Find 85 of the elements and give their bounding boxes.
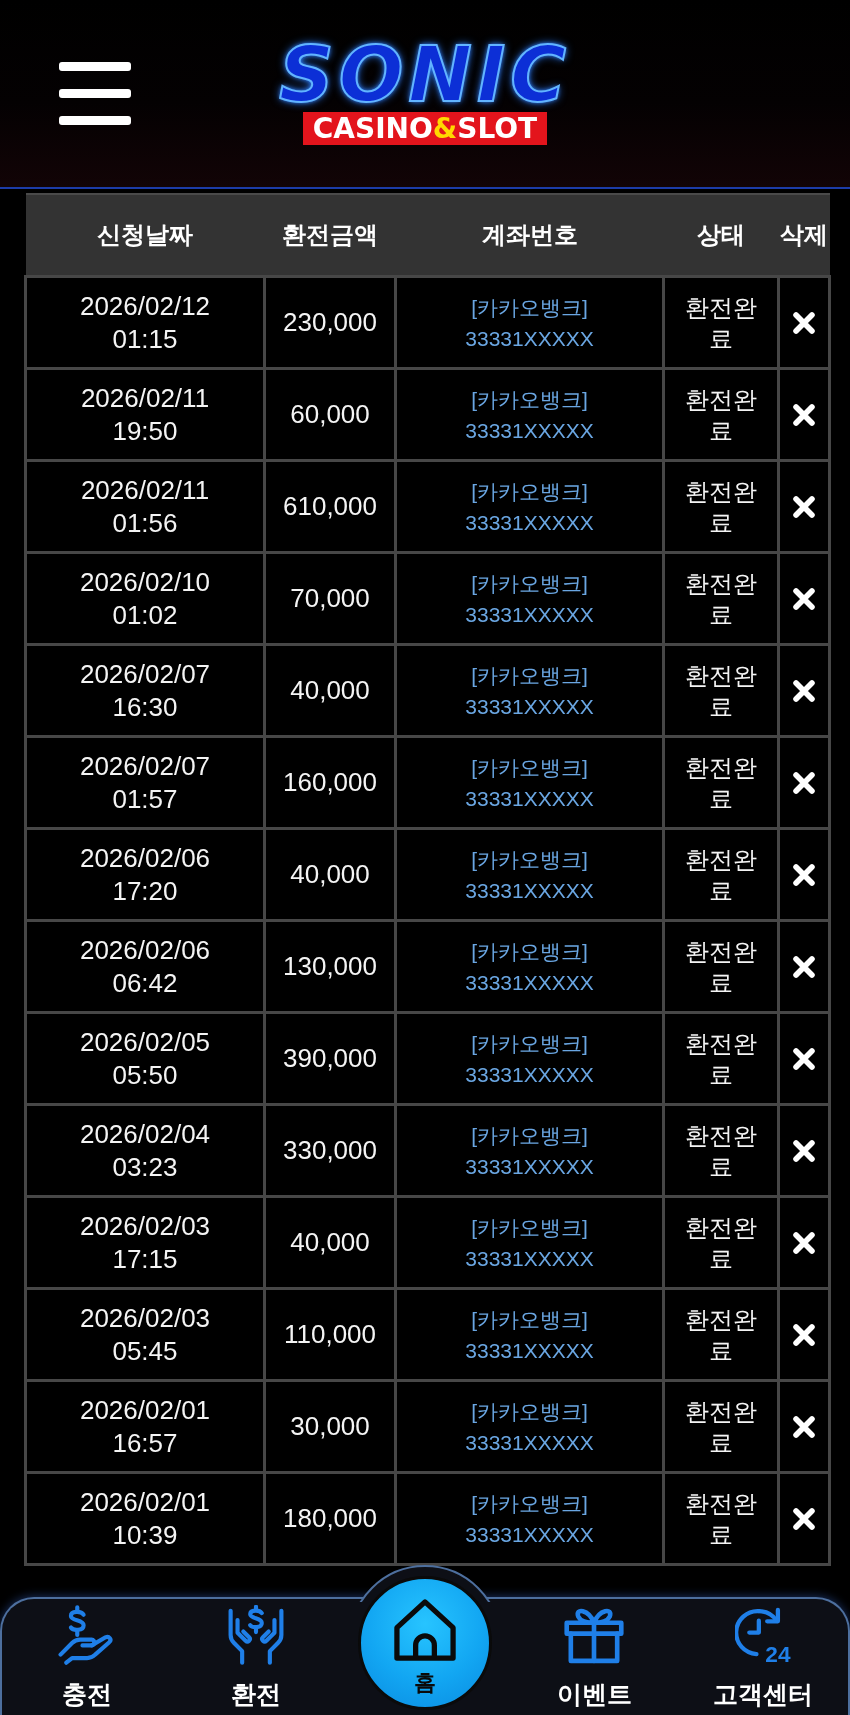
status-cell: 환전완료: [663, 920, 779, 1013]
status-cell: 환전완료: [663, 1012, 779, 1105]
status-cell: 환전완료: [663, 1104, 779, 1197]
status-cell: 환전완료: [663, 1472, 779, 1565]
x-icon[interactable]: [793, 955, 815, 978]
x-icon[interactable]: [793, 1415, 815, 1438]
hand-dollar-icon: [58, 1605, 116, 1665]
account-cell: [카카오뱅크] 33331XXXXX: [395, 460, 664, 553]
menu-icon[interactable]: [59, 62, 131, 125]
x-icon[interactable]: [793, 1507, 815, 1530]
x-icon[interactable]: [793, 771, 815, 794]
column-header: 상태: [663, 194, 779, 277]
x-icon[interactable]: [793, 1231, 815, 1254]
status-cell: 환전완료: [663, 1196, 779, 1289]
account-cell: [카카오뱅크] 33331XXXXX: [395, 276, 664, 369]
amount-cell: 40,000: [264, 1196, 396, 1289]
x-icon[interactable]: [793, 863, 815, 886]
home-button[interactable]: 홈: [358, 1576, 492, 1710]
column-header: 삭제: [778, 194, 830, 277]
status-cell: 환전완료: [663, 1288, 779, 1381]
amount-cell: 110,000: [264, 1288, 396, 1381]
status-cell: 환전완료: [663, 460, 779, 553]
column-header: 계좌번호: [395, 194, 664, 277]
amount-cell: 330,000: [264, 1104, 396, 1197]
date-cell: 2026/02/04 03:23: [25, 1104, 265, 1197]
account-cell: [카카오뱅크] 33331XXXXX: [395, 828, 664, 921]
amount-cell: 230,000: [264, 276, 396, 369]
amount-cell: 40,000: [264, 828, 396, 921]
date-cell: 2026/02/03 05:45: [25, 1288, 265, 1381]
amount-cell: 70,000: [264, 552, 396, 645]
x-icon[interactable]: [793, 311, 815, 334]
logo-subtitle: CASINO&SLOT: [302, 112, 548, 145]
x-icon[interactable]: [793, 587, 815, 610]
date-cell: 2026/02/01 10:39: [25, 1472, 265, 1565]
status-cell: 환전완료: [663, 736, 779, 829]
date-cell: 2026/02/07 01:57: [25, 736, 265, 829]
account-cell: [카카오뱅크] 33331XXXXX: [395, 1012, 664, 1105]
amount-cell: 390,000: [264, 1012, 396, 1105]
account-cell: [카카오뱅크] 33331XXXXX: [395, 1104, 664, 1197]
logo-title: SONIC: [278, 40, 572, 110]
account-cell: [카카오뱅크] 33331XXXXX: [395, 1288, 664, 1381]
date-cell: 2026/02/07 16:30: [25, 644, 265, 737]
nav-item[interactable]: 24 고객센터: [713, 1599, 814, 1715]
column-header: 신청날짜: [25, 194, 265, 277]
amount-cell: 610,000: [264, 460, 396, 553]
status-cell: 환전완료: [663, 276, 779, 369]
date-cell: 2026/02/10 01:02: [25, 552, 265, 645]
date-cell: 2026/02/11 01:56: [25, 460, 265, 553]
account-cell: [카카오뱅크] 33331XXXXX: [395, 368, 664, 461]
amount-cell: 30,000: [264, 1380, 396, 1473]
account-cell: [카카오뱅크] 33331XXXXX: [395, 1196, 664, 1289]
nav-item[interactable]: 충전: [58, 1599, 116, 1715]
nav-item[interactable]: 환전: [225, 1599, 286, 1715]
date-cell: 2026/02/11 19:50: [25, 368, 265, 461]
x-icon[interactable]: [793, 679, 815, 702]
date-cell: 2026/02/12 01:15: [25, 276, 265, 369]
amount-cell: 40,000: [264, 644, 396, 737]
account-cell: [카카오뱅크] 33331XXXXX: [395, 644, 664, 737]
amount-cell: 130,000: [264, 920, 396, 1013]
account-cell: [카카오뱅크] 33331XXXXX: [395, 736, 664, 829]
x-icon[interactable]: [793, 1139, 815, 1162]
x-icon[interactable]: [793, 1323, 815, 1346]
nav-item[interactable]: 이벤트: [556, 1599, 632, 1715]
date-cell: 2026/02/03 17:15: [25, 1196, 265, 1289]
amount-cell: 60,000: [264, 368, 396, 461]
date-cell: 2026/02/06 17:20: [25, 828, 265, 921]
status-cell: 환전완료: [663, 644, 779, 737]
x-icon[interactable]: [793, 1047, 815, 1070]
date-cell: 2026/02/06 06:42: [25, 920, 265, 1013]
status-cell: 환전완료: [663, 368, 779, 461]
x-icon[interactable]: [793, 495, 815, 518]
amount-cell: 180,000: [264, 1472, 396, 1565]
account-cell: [카카오뱅크] 33331XXXXX: [395, 1472, 664, 1565]
home-icon: [393, 1599, 457, 1661]
amount-cell: 160,000: [264, 736, 396, 829]
status-cell: 환전완료: [663, 828, 779, 921]
column-header: 환전금액: [264, 194, 396, 277]
x-icon[interactable]: [793, 403, 815, 426]
account-cell: [카카오뱅크] 33331XXXXX: [395, 920, 664, 1013]
date-cell: 2026/02/05 05:50: [25, 1012, 265, 1105]
account-cell: [카카오뱅크] 33331XXXXX: [395, 552, 664, 645]
account-cell: [카카오뱅크] 33331XXXXX: [395, 1380, 664, 1473]
status-cell: 환전완료: [663, 1380, 779, 1473]
date-cell: 2026/02/01 16:57: [25, 1380, 265, 1473]
status-cell: 환전완료: [663, 552, 779, 645]
